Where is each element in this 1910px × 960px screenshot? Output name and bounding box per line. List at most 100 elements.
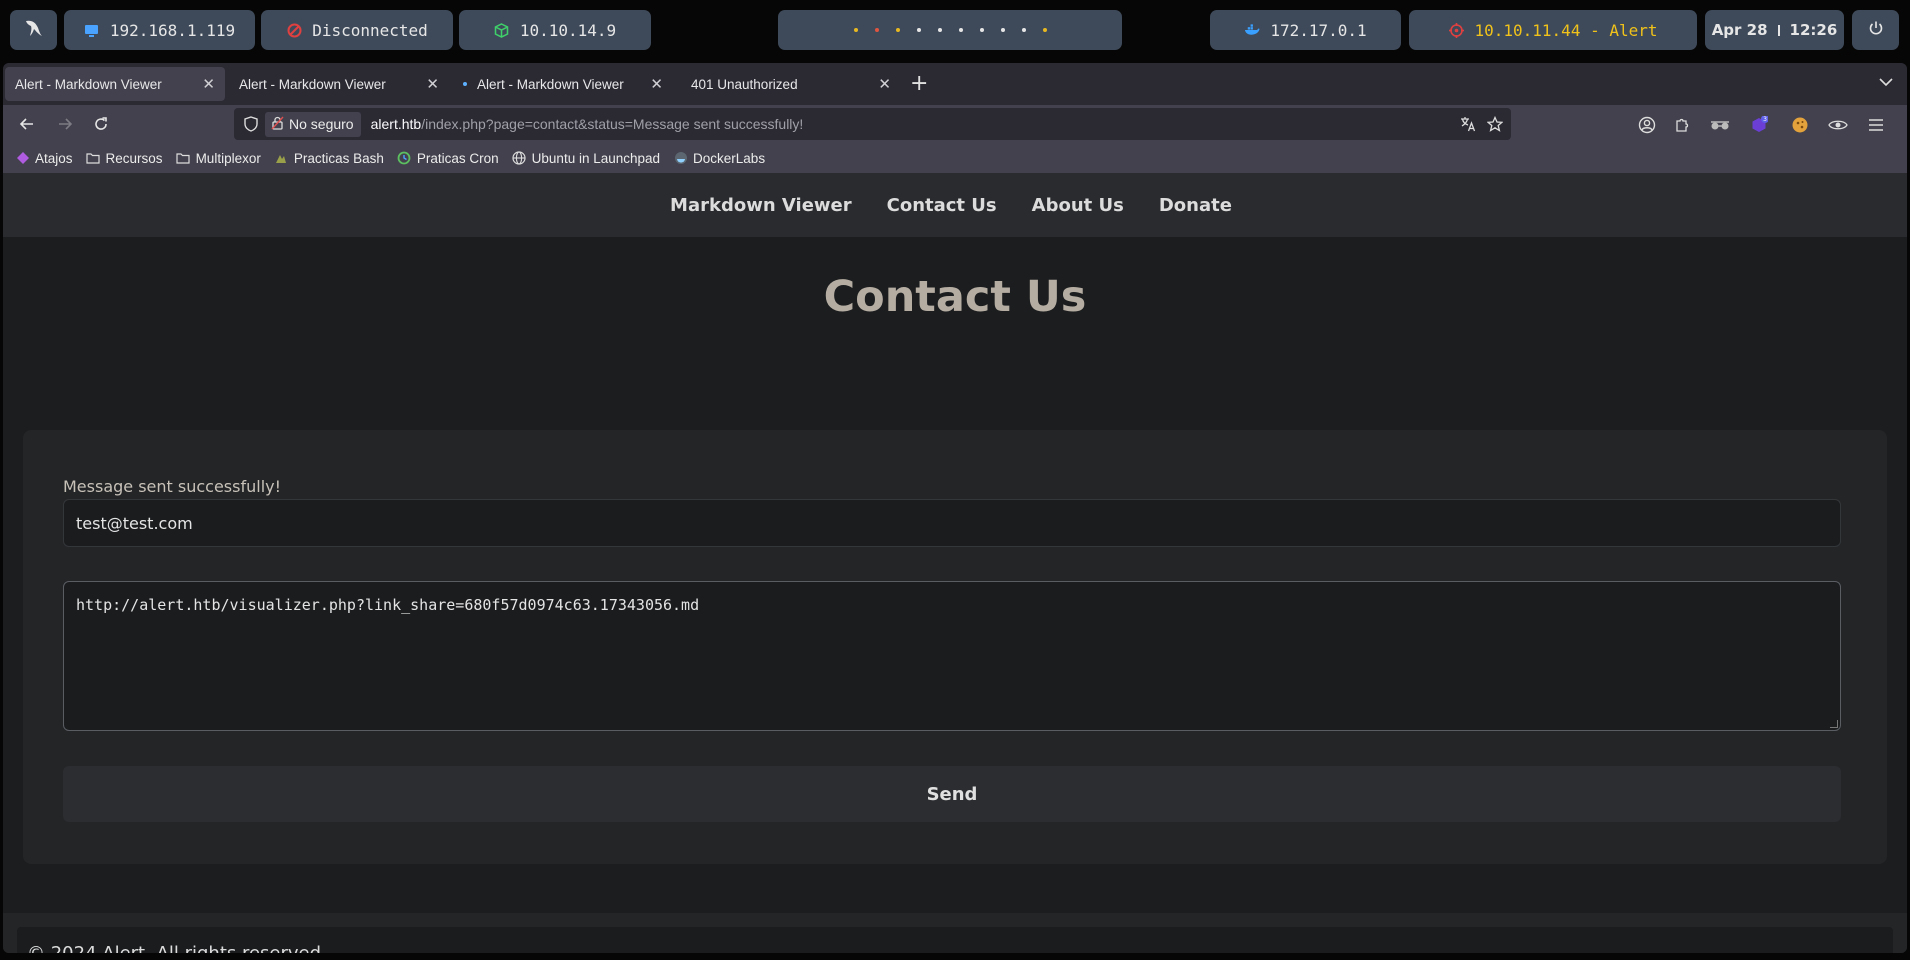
contact-form: Message sent successfully! test@test.com… [23, 430, 1887, 864]
tab-label: Alert - Markdown Viewer [15, 76, 162, 92]
target-text: 10.10.11.44 - Alert [1474, 20, 1658, 40]
resize-handle-icon[interactable] [1830, 720, 1838, 728]
workspace-dots [853, 28, 1047, 32]
security-label: No seguro [289, 116, 354, 132]
time-text: 12:26 [1789, 21, 1838, 39]
local-ip-widget[interactable]: 192.168.1.119 [64, 10, 255, 50]
workspaces-widget[interactable] [778, 10, 1122, 50]
target-widget[interactable]: 10.10.11.44 - Alert [1409, 10, 1697, 50]
disconnected-icon [286, 22, 302, 38]
dockerlabs-icon [673, 151, 688, 166]
docker-ip-widget[interactable]: 172.17.0.1 [1210, 10, 1401, 50]
tab-alert-3[interactable]: Alert - Markdown Viewer ✕ [453, 67, 673, 101]
bookmark-recursos[interactable]: Recursos [86, 151, 163, 166]
system-bar: 192.168.1.119 Disconnected 10.10.14.9 17… [0, 0, 1910, 60]
close-tab-icon[interactable]: ✕ [878, 75, 891, 93]
tab-label: Alert - Markdown Viewer [239, 76, 386, 92]
tab-list-chevron-icon[interactable] [1879, 75, 1893, 91]
tab-strip: Alert - Markdown Viewer ✕ Alert - Markdo… [3, 63, 1907, 105]
docker-icon [1244, 22, 1260, 38]
bookmark-praticas-cron[interactable]: Praticas Cron [397, 151, 499, 166]
workspace-dot[interactable] [874, 28, 879, 32]
nav-toolbar: No seguro alert.htb/index.php?page=conta… [3, 105, 1907, 143]
bash-icon [274, 151, 289, 166]
folder-icon [176, 151, 191, 166]
local-ip-text: 192.168.1.119 [109, 20, 236, 40]
vpn-ip-text: 10.10.14.9 [519, 20, 617, 40]
bookmark-star-icon[interactable] [1486, 115, 1504, 133]
tab-alert-2[interactable]: Alert - Markdown Viewer ✕ [229, 67, 449, 101]
workspace-dot[interactable] [1021, 28, 1026, 32]
close-tab-icon[interactable]: ✕ [202, 75, 215, 93]
message-textarea[interactable]: http://alert.htb/visualizer.php?link_sha… [63, 581, 1841, 731]
target-icon [1448, 22, 1464, 38]
footer-text: © 2024 Alert. All rights reserved. [17, 927, 1893, 953]
insecure-lock-icon [271, 116, 284, 133]
clock-widget[interactable]: Apr 28 12:26 [1705, 10, 1844, 50]
cron-icon [397, 151, 412, 166]
bookmark-dockerlabs[interactable]: DockerLabs [673, 151, 765, 166]
reload-icon[interactable] [90, 113, 112, 135]
vpn-ip-widget[interactable]: 10.10.14.9 [459, 10, 651, 50]
tracking-shield-icon[interactable] [243, 116, 259, 132]
back-icon[interactable] [16, 113, 38, 135]
tab-401[interactable]: 401 Unauthorized ✕ [681, 67, 901, 101]
extensions-puzzle-icon[interactable] [1671, 114, 1693, 136]
date-text: Apr 28 [1711, 21, 1768, 39]
nav-donate[interactable]: Donate [1159, 195, 1232, 216]
new-tab-icon[interactable]: + [910, 72, 928, 96]
forward-icon[interactable] [54, 113, 76, 135]
workspace-dot[interactable] [958, 28, 963, 32]
clock-separator-icon [1777, 24, 1780, 36]
nav-about-us[interactable]: About Us [1032, 195, 1124, 216]
network-icon [84, 22, 100, 38]
cube-icon [494, 22, 510, 38]
cookie-editor-icon[interactable]: 3 [1748, 114, 1770, 136]
email-value: test@test.com [76, 513, 193, 533]
site-security-badge[interactable]: No seguro [265, 111, 361, 137]
vpn-status-widget[interactable]: Disconnected [261, 10, 453, 50]
power-icon [1868, 20, 1884, 40]
launcher-button[interactable] [10, 10, 57, 50]
foxyproxy-glasses-icon[interactable] [1709, 114, 1731, 136]
translate-icon[interactable] [1459, 115, 1477, 133]
workspace-dot[interactable] [895, 28, 900, 32]
email-field[interactable]: test@test.com [63, 499, 1841, 547]
shortcut-icon [15, 151, 30, 166]
bookmark-label: Multiplexor [195, 150, 261, 166]
bookmarks-toolbar: Atajos Recursos Multiplexor Practicas Ba… [3, 143, 1907, 173]
address-bar[interactable]: No seguro alert.htb/index.php?page=conta… [234, 108, 1511, 140]
bookmark-multiplexor[interactable]: Multiplexor [176, 151, 261, 166]
bookmark-label: Recursos [105, 150, 163, 166]
workspace-dot[interactable] [979, 28, 984, 32]
close-tab-icon[interactable]: ✕ [426, 75, 439, 93]
bookmark-practicas-bash[interactable]: Practicas Bash [274, 151, 384, 166]
close-tab-icon[interactable]: ✕ [650, 75, 663, 93]
status-message: Message sent successfully! [63, 477, 282, 496]
tab-notification-dot-icon [463, 82, 467, 86]
folder-icon [86, 151, 101, 166]
bookmark-atajos[interactable]: Atajos [15, 151, 73, 166]
wappalyzer-icon[interactable] [1789, 114, 1811, 136]
url-host: alert.htb [370, 116, 422, 132]
power-button[interactable] [1852, 10, 1899, 50]
message-value: http://alert.htb/visualizer.php?link_sha… [76, 596, 700, 614]
page-title: Contact Us [823, 272, 1087, 322]
svg-text:3: 3 [1763, 116, 1767, 123]
hacktools-icon[interactable] [1827, 114, 1849, 136]
nav-markdown-viewer[interactable]: Markdown Viewer [670, 195, 852, 216]
bookmark-ubuntu-launchpad[interactable]: Ubuntu in Launchpad [512, 151, 660, 166]
tab-alert-1[interactable]: Alert - Markdown Viewer ✕ [5, 67, 225, 101]
workspace-dot[interactable] [853, 28, 858, 32]
account-icon[interactable] [1636, 114, 1658, 136]
kali-dragon-icon [23, 17, 45, 43]
docker-ip-text: 172.17.0.1 [1270, 20, 1367, 40]
send-button[interactable]: Send [63, 766, 1841, 822]
nav-contact-us[interactable]: Contact Us [887, 195, 997, 216]
workspace-dot[interactable] [937, 28, 942, 32]
workspace-dot[interactable] [1000, 28, 1005, 32]
workspace-dot[interactable] [1042, 28, 1047, 32]
workspace-dot[interactable] [916, 28, 921, 32]
menu-hamburger-icon[interactable] [1865, 114, 1887, 136]
site-navigation: Markdown Viewer Contact Us About Us Dona… [3, 173, 1907, 237]
